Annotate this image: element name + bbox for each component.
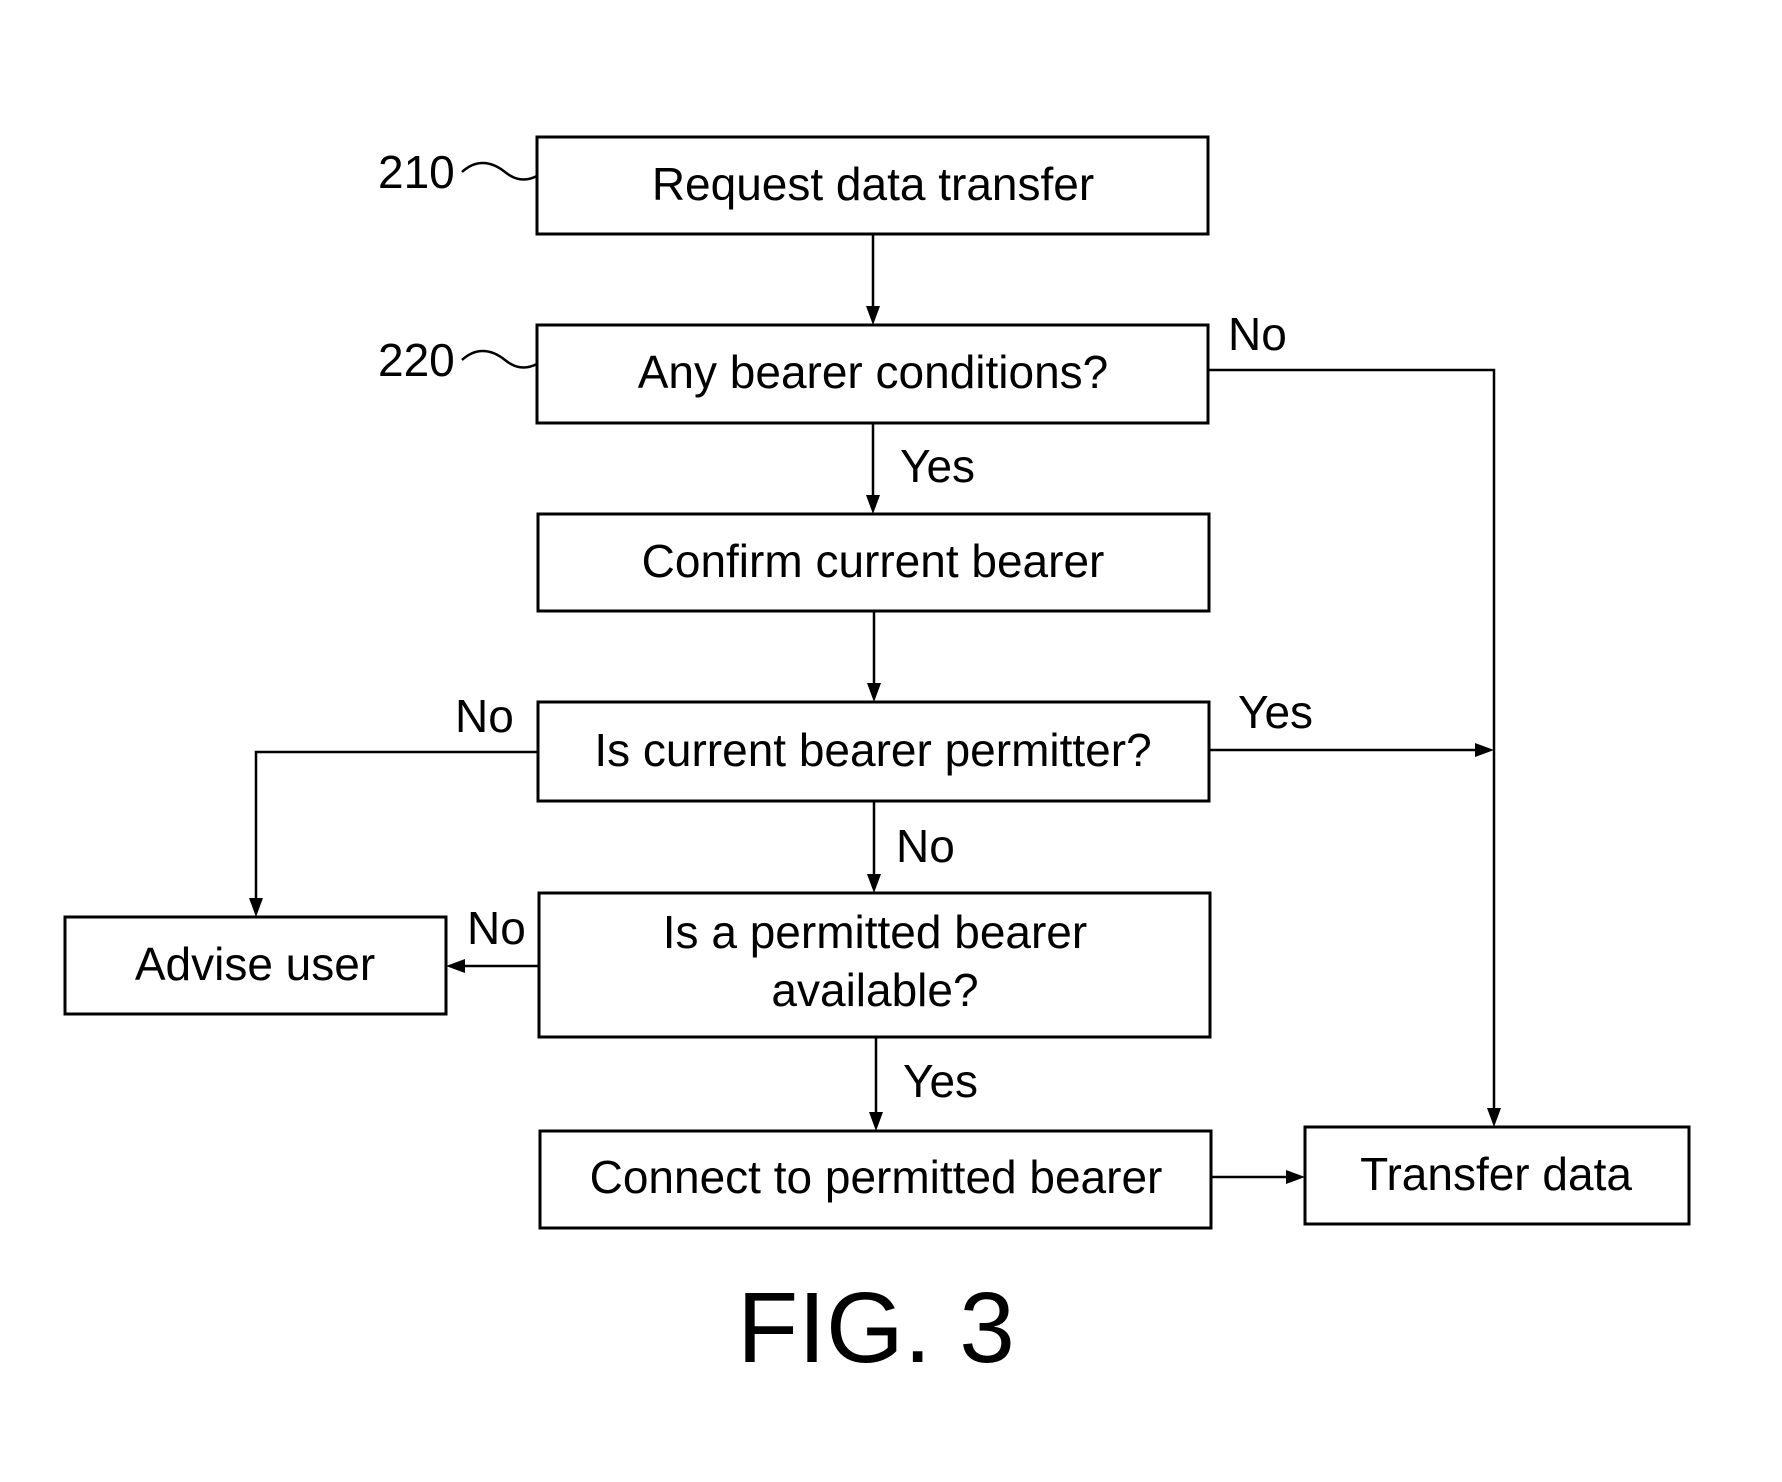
figure-caption: FIG. 3 [737, 1272, 1015, 1384]
arrowhead-icon [869, 1112, 883, 1131]
step-label: Advise user [135, 938, 375, 990]
step-transfer-data: Transfer data [1303, 1125, 1691, 1226]
connector-permitted-no-left [254, 750, 538, 902]
arrowhead-icon [1475, 743, 1494, 757]
arrowhead-icon [866, 495, 880, 514]
edge-label-conditions-no: No [1228, 308, 1287, 360]
step-connect-permitted-bearer: Connect to permitted bearer [538, 1129, 1213, 1230]
edge-label-available-no: No [467, 902, 526, 954]
edge-label-permitted-no-down: No [896, 820, 955, 872]
arrowhead-icon [446, 959, 465, 973]
edge-label-permitted-no-left: No [455, 690, 514, 742]
step-label: Confirm current bearer [642, 535, 1105, 587]
step-request-data-transfer: Request data transfer [535, 135, 1210, 236]
leader-line-210 [461, 161, 538, 181]
step-label: Any bearer conditions? [638, 346, 1109, 398]
decision-any-bearer-conditions: Any bearer conditions? [535, 323, 1210, 425]
connector-conditions-no [1208, 368, 1496, 1112]
step-advise-user: Advise user [63, 915, 448, 1016]
step-label: Connect to permitted bearer [590, 1151, 1163, 1203]
step-confirm-current-bearer: Confirm current bearer [536, 512, 1211, 613]
ref-numeral-210: 210 [378, 146, 455, 198]
arrowhead-icon [1286, 1170, 1305, 1184]
step-label-line1: Is a permitted bearer [663, 906, 1087, 958]
step-label-line2: available? [771, 964, 978, 1016]
arrowhead-icon [866, 306, 880, 325]
step-label: Is current bearer permitter? [594, 724, 1151, 776]
flowchart: 210 220 Request data transfer Any bearer… [63, 135, 1691, 1384]
decision-current-bearer-permitted: Is current bearer permitter? [536, 700, 1211, 803]
ref-numeral-220: 220 [378, 334, 455, 386]
edge-label-available-yes: Yes [903, 1055, 978, 1107]
step-label: Transfer data [1360, 1148, 1632, 1200]
edge-label-permitted-yes: Yes [1238, 686, 1313, 738]
decision-permitted-bearer-available: Is a permitted bearer available? [537, 891, 1212, 1039]
step-label: Request data transfer [652, 158, 1094, 210]
arrowhead-icon [867, 874, 881, 893]
arrowhead-icon [1487, 1108, 1501, 1127]
arrowhead-icon [249, 898, 263, 917]
leader-line-220 [461, 349, 538, 369]
edge-label-conditions-yes: Yes [900, 440, 975, 492]
arrowhead-icon [867, 683, 881, 702]
